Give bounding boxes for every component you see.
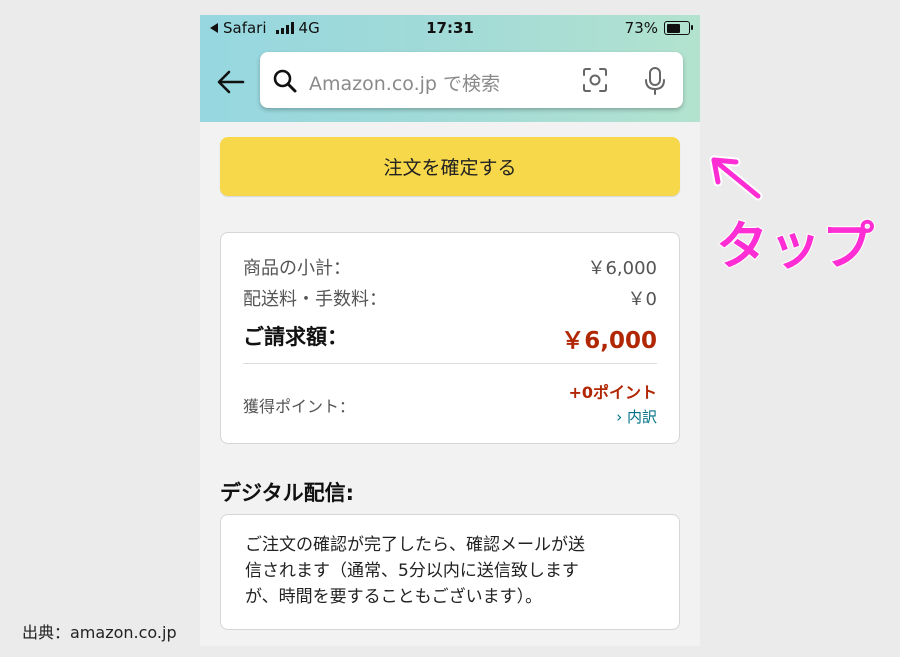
phone-screen: Safari 4G 17:31 73% Amazon.co.jp で検索 注文を… — [200, 15, 700, 646]
total-label: ご請求額： — [243, 325, 348, 349]
total-row: ご請求額： ￥6,000 — [243, 321, 657, 355]
divider — [243, 363, 657, 364]
order-summary-card: 商品の小計： ￥6,000 配送料・手数料： ￥0 ご請求額： ￥6,000 獲… — [220, 232, 680, 444]
points-label: 獲得ポイント： — [243, 397, 356, 416]
points-breakdown-link[interactable]: › 内訳 — [616, 406, 657, 427]
shipping-label: 配送料・手数料： — [243, 289, 387, 310]
digital-delivery-title: デジタル配信: — [220, 481, 354, 505]
source-credit: 出典：amazon.co.jp — [22, 623, 177, 642]
subtotal-row: 商品の小計： ￥6,000 — [243, 254, 657, 280]
microphone-icon[interactable] — [644, 66, 666, 100]
shipping-row: 配送料・手数料： ￥0 — [243, 285, 657, 311]
subtotal-label: 商品の小計： — [243, 258, 351, 279]
back-arrow-icon[interactable] — [216, 69, 246, 95]
subtotal-value: ￥6,000 — [587, 258, 657, 279]
search-bar[interactable]: Amazon.co.jp で検索 — [260, 52, 683, 108]
search-icon[interactable] — [272, 68, 298, 98]
status-right: 73% — [624, 19, 693, 37]
place-order-button[interactable]: 注文を確定する — [220, 137, 680, 196]
battery-percent: 73% — [624, 19, 658, 37]
note-line: ご注文の確認が完了したら、確認メールが送 — [245, 535, 585, 555]
app-header: Safari 4G 17:31 73% Amazon.co.jp で検索 — [200, 15, 700, 122]
annotation-arrow-icon — [706, 152, 766, 208]
search-input[interactable]: Amazon.co.jp で検索 — [309, 69, 500, 96]
battery-icon — [664, 21, 693, 35]
digital-delivery-note: ご注文の確認が完了したら、確認メールが送 信されます（通常、5分以内に送信致しま… — [220, 514, 680, 630]
points-value: +0ポイント — [568, 383, 657, 402]
shipping-value: ￥0 — [627, 289, 657, 310]
tap-annotation-label: タップ — [715, 216, 876, 278]
camera-scan-icon[interactable] — [582, 67, 608, 97]
status-bar: Safari 4G 17:31 73% — [200, 15, 700, 43]
note-line: 信されます（通常、5分以内に送信致します — [245, 561, 579, 581]
total-value: ￥6,000 — [561, 328, 657, 354]
note-line: が、時間を要することもございます）。 — [245, 587, 543, 607]
